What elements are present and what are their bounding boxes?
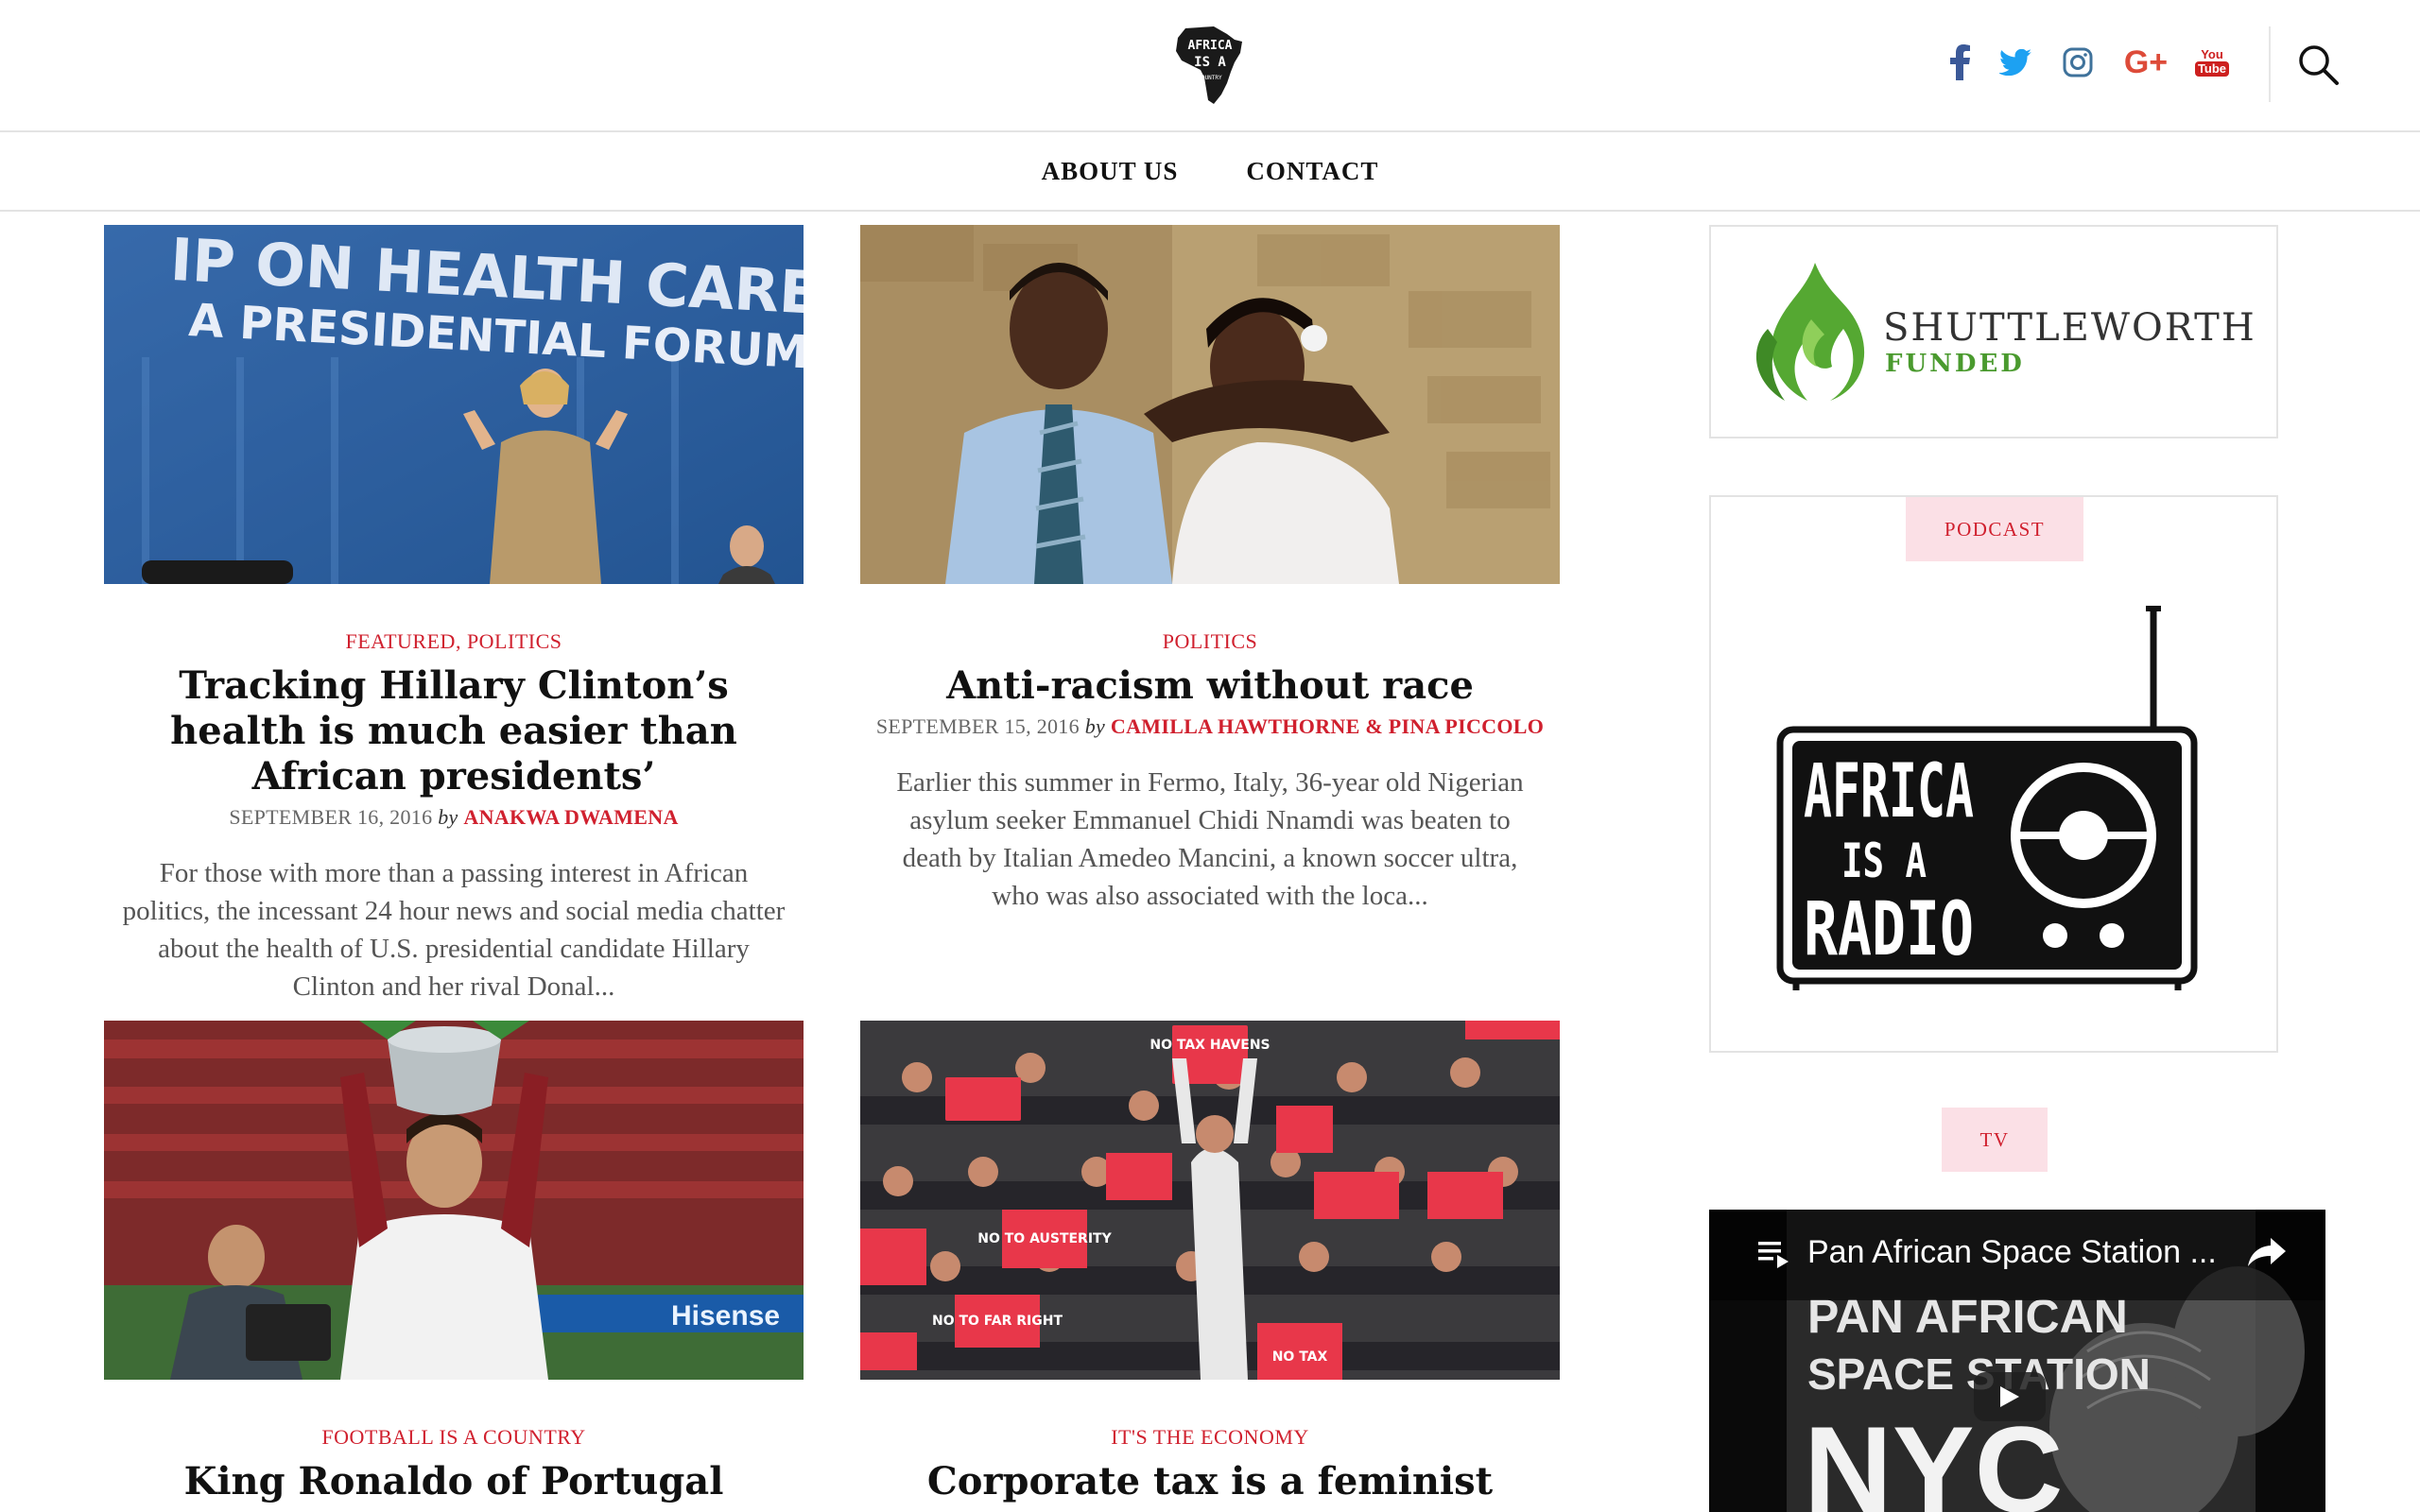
category-link[interactable]: POLITICS xyxy=(1163,629,1258,653)
category-link[interactable]: FEATURED xyxy=(345,629,455,653)
article-title[interactable]: Tracking Hillary Clinton’s health is muc… xyxy=(104,663,804,799)
podcast-label: PODCAST xyxy=(1906,497,2083,561)
article-thumbnail[interactable]: NO TAX HAVENS NO TO AUSTERITY NO TO FAR … xyxy=(860,1021,1560,1380)
svg-text:Hisense: Hisense xyxy=(671,1300,780,1332)
article-categories: FEATURED, POLITICS xyxy=(345,629,562,653)
article-categories: POLITICS xyxy=(860,629,1560,654)
site-header: AFRICA IS A COUNTRY G+ You Tube xyxy=(0,0,2420,132)
article-meta: SEPTEMBER 15, 2016 by CAMILLA HAWTHORNE … xyxy=(860,714,1560,739)
article-card: POLITICS Anti-racism without race SEPTEM… xyxy=(860,225,1560,915)
radio-icon: AFRICA IS A RADIO xyxy=(1776,606,2198,990)
article-thumbnail[interactable] xyxy=(860,225,1560,584)
article-date: SEPTEMBER 16, 2016 xyxy=(229,805,433,829)
nav-contact[interactable]: CONTACT xyxy=(1246,157,1378,186)
tv-label: TV xyxy=(1942,1108,2048,1172)
category-link[interactable]: IT'S THE ECONOMY xyxy=(1111,1425,1309,1449)
svg-text:NO TAX: NO TAX xyxy=(1272,1349,1328,1365)
article-thumbnail[interactable]: Hisense xyxy=(104,1021,804,1380)
category-link[interactable]: POLITICS xyxy=(467,629,562,653)
sponsor-widget[interactable]: SHUTTLEWORTH FUNDED xyxy=(1709,225,2278,438)
twitter-icon[interactable] xyxy=(1995,42,2036,83)
header-divider xyxy=(2269,26,2271,102)
sponsor-subtitle: FUNDED xyxy=(1885,350,2025,378)
article-thumbnail[interactable]: IP ON HEALTH CARE A PRESIDENTIAL FORUM xyxy=(104,225,804,584)
search-icon[interactable] xyxy=(2295,42,2341,87)
svg-text:NO TAX HAVENS: NO TAX HAVENS xyxy=(1150,1038,1270,1053)
article-title[interactable]: King Ronaldo of Portugal xyxy=(104,1459,804,1504)
article-excerpt: Earlier this summer in Fermo, Italy, 36-… xyxy=(896,767,1524,911)
podcast-widget: PODCAST AFRICA IS A RADIO xyxy=(1709,495,2278,1053)
google-plus-icon[interactable]: G+ xyxy=(2121,42,2170,83)
svg-text:IS A: IS A xyxy=(1194,55,1226,70)
video-embed[interactable]: PAN AFRICAN SPACE STATION NYC Pan Africa… xyxy=(1709,1210,2325,1512)
article-categories: FOOTBALL IS A COUNTRY xyxy=(104,1425,804,1450)
svg-text:NO TO AUSTERITY: NO TO AUSTERITY xyxy=(977,1231,1112,1246)
svg-text:NO TO FAR RIGHT: NO TO FAR RIGHT xyxy=(932,1314,1063,1329)
article-card: NO TAX HAVENS NO TO AUSTERITY NO TO FAR … xyxy=(860,1021,1560,1512)
flame-logo-icon xyxy=(1755,263,1865,401)
main-nav: ABOUT US CONTACT xyxy=(0,132,2420,212)
africa-logo-icon: AFRICA IS A COUNTRY xyxy=(1176,26,1242,104)
playlist-icon[interactable] xyxy=(1758,1238,1792,1270)
sponsor-name: SHUTTLEWORTH xyxy=(1883,306,2256,350)
author-link[interactable]: CAMILLA HAWTHORNE & PINA PICCOLO xyxy=(1111,714,1544,738)
share-icon[interactable] xyxy=(2246,1236,2288,1270)
article-title[interactable]: Anti-racism without race xyxy=(860,663,1560,709)
svg-text:RADIO: RADIO xyxy=(1804,887,1974,972)
play-icon xyxy=(2000,1386,2019,1407)
video-title[interactable]: Pan African Space Station ... xyxy=(1807,1234,2217,1271)
svg-text:AFRICA: AFRICA xyxy=(1188,39,1233,53)
article-excerpt: For those with more than a passing inter… xyxy=(122,858,786,1002)
site-logo[interactable]: AFRICA IS A COUNTRY xyxy=(1172,25,1248,106)
article-meta: SEPTEMBER 16, 2016 by ANAKWA DWAMENA xyxy=(104,805,804,830)
svg-text:AFRICA: AFRICA xyxy=(1804,749,1974,834)
facebook-icon[interactable] xyxy=(1940,42,1981,83)
article-card: IP ON HEALTH CARE A PRESIDENTIAL FORUM F… xyxy=(104,225,804,1005)
article-card: Hisense FOOTBALL IS A COUNTRY King Ronal… xyxy=(104,1021,804,1504)
instagram-icon[interactable] xyxy=(2057,42,2099,83)
article-date: SEPTEMBER 15, 2016 xyxy=(875,714,1080,738)
byline-label: by xyxy=(1084,714,1106,738)
byline-label: by xyxy=(438,805,458,829)
youtube-icon[interactable]: You Tube xyxy=(2191,42,2233,83)
author-link[interactable]: ANAKWA DWAMENA xyxy=(463,805,678,829)
play-button[interactable] xyxy=(1974,1372,2046,1421)
svg-text:IS A: IS A xyxy=(1841,833,1927,888)
radio-link[interactable]: AFRICA IS A RADIO xyxy=(1775,603,2201,995)
article-title[interactable]: Corporate tax is a feminist matter xyxy=(860,1459,1560,1512)
nav-about-us[interactable]: ABOUT US xyxy=(1042,157,1179,186)
svg-text:COUNTRY: COUNTRY xyxy=(1198,75,1222,81)
category-link[interactable]: FOOTBALL IS A COUNTRY xyxy=(321,1425,585,1449)
article-categories: IT'S THE ECONOMY xyxy=(860,1425,1560,1450)
